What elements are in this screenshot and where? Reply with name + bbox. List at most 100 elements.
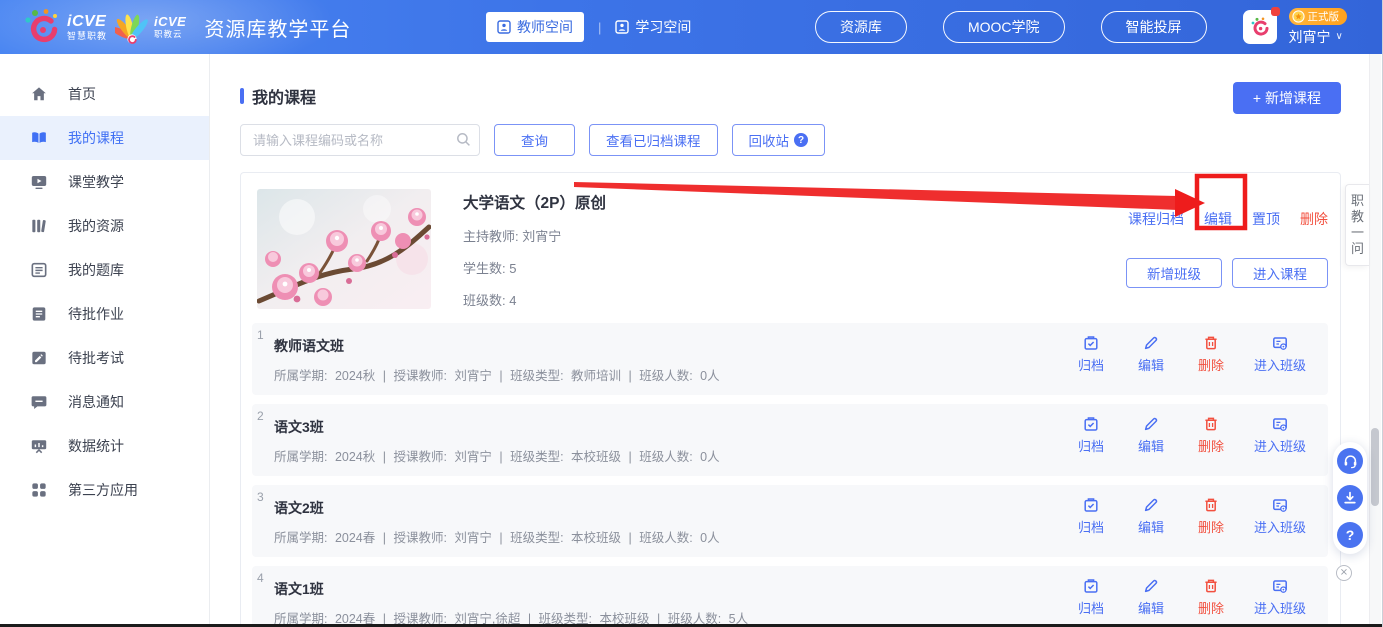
logo-cluster: iCVE 智慧职教 iCVE bbox=[22, 8, 351, 46]
customer-service-button[interactable] bbox=[1337, 448, 1363, 474]
vtab-char: 一 bbox=[1346, 225, 1369, 241]
archive-icon bbox=[1083, 335, 1099, 351]
vtab-char: 教 bbox=[1346, 209, 1369, 225]
customer-service-icon bbox=[1343, 454, 1358, 469]
avatar-swirl-icon bbox=[1249, 16, 1271, 38]
avatar-badge-dot bbox=[1271, 7, 1280, 16]
class-name[interactable]: 教师语文班 bbox=[274, 336, 344, 356]
class-name[interactable]: 语文3班 bbox=[274, 417, 324, 437]
course-top-link[interactable]: 置顶 bbox=[1252, 209, 1280, 229]
help-icon: ? bbox=[1346, 527, 1355, 543]
floating-toolbar: ? bbox=[1333, 442, 1367, 554]
sidebar-item-label: 我的课程 bbox=[68, 128, 124, 148]
search-icon[interactable] bbox=[456, 132, 471, 147]
blossom-photo bbox=[257, 189, 431, 309]
enter-class-icon bbox=[1272, 578, 1288, 594]
question-bank-icon bbox=[30, 261, 48, 279]
enter-class-button[interactable]: 进入班级 bbox=[1254, 416, 1306, 455]
course-edit-link[interactable]: 编辑 bbox=[1204, 209, 1232, 229]
sidebar-item-question-bank[interactable]: 我的题库 bbox=[0, 248, 209, 292]
resource-library-button[interactable]: 资源库 bbox=[815, 11, 907, 43]
sidebar-item-pending-exams[interactable]: 待批考试 bbox=[0, 336, 209, 380]
enter-course-button[interactable]: 进入课程 bbox=[1232, 258, 1328, 288]
smart-casting-button[interactable]: 智能投屏 bbox=[1101, 11, 1207, 43]
courses-icon bbox=[30, 129, 48, 147]
user-info: 正式版 刘宵宁 ∨ bbox=[1289, 8, 1348, 47]
row-index: 3 bbox=[257, 490, 264, 504]
edit-class-button[interactable]: 编辑 bbox=[1134, 497, 1168, 536]
course-delete-link[interactable]: 删除 bbox=[1300, 209, 1328, 229]
enter-class-button[interactable]: 进入班级 bbox=[1254, 497, 1306, 536]
search-wrap bbox=[240, 124, 480, 156]
row-index: 1 bbox=[257, 328, 264, 342]
enter-class-button[interactable]: 进入班级 bbox=[1254, 578, 1306, 617]
tab-learning-space[interactable]: 学习空间 bbox=[615, 17, 691, 37]
sidebar-item-my-resources[interactable]: 我的资源 bbox=[0, 204, 209, 248]
row-actions: 归档 编辑 删除 进入 bbox=[1074, 335, 1306, 374]
archive-class-button[interactable]: 归档 bbox=[1074, 578, 1108, 617]
close-floating-toolbar-icon[interactable]: ⨯ bbox=[1336, 565, 1352, 581]
resources-icon bbox=[30, 217, 48, 235]
teacher-space-label: 教师空间 bbox=[517, 17, 573, 37]
sidebar-item-third-party-apps[interactable]: 第三方应用 bbox=[0, 468, 209, 512]
sidebar-item-notifications[interactable]: 消息通知 bbox=[0, 380, 209, 424]
view-archived-courses-button[interactable]: 查看已归档课程 bbox=[589, 124, 718, 156]
add-course-button[interactable]: + 新增课程 bbox=[1233, 82, 1341, 114]
query-button[interactable]: 查询 bbox=[494, 124, 575, 156]
sidebar-item-label: 消息通知 bbox=[68, 392, 124, 412]
logo2-sub-text: 职教云 bbox=[154, 30, 186, 39]
archive-class-button[interactable]: 归档 bbox=[1074, 335, 1108, 374]
scrollbar-track[interactable] bbox=[1369, 54, 1381, 627]
zhijiao-yiwen-tab[interactable]: 职 教 一 问 bbox=[1345, 184, 1369, 266]
sidebar-item-my-courses[interactable]: 我的课程 bbox=[0, 116, 209, 160]
trash-icon bbox=[1203, 497, 1219, 513]
delete-class-button[interactable]: 删除 bbox=[1194, 335, 1228, 374]
header-right-cluster: 资源库 MOOC学院 智能投屏 正式 bbox=[815, 0, 1347, 54]
archive-class-button[interactable]: 归档 bbox=[1074, 416, 1108, 455]
delete-class-button[interactable]: 删除 bbox=[1194, 497, 1228, 536]
add-class-button[interactable]: 新增班级 bbox=[1126, 258, 1222, 288]
row-actions: 归档 编辑 删除 进入 bbox=[1074, 416, 1306, 455]
help-button[interactable]: ? bbox=[1337, 522, 1363, 548]
edit-class-button[interactable]: 编辑 bbox=[1134, 416, 1168, 455]
sidebar-item-home[interactable]: 首页 bbox=[0, 72, 209, 116]
user-avatar[interactable] bbox=[1243, 10, 1277, 44]
row-index: 4 bbox=[257, 571, 264, 585]
enter-class-label: 进入班级 bbox=[1254, 436, 1306, 455]
sidebar-item-label: 课堂教学 bbox=[68, 172, 124, 192]
user-menu[interactable]: 刘宵宁 ∨ bbox=[1289, 27, 1343, 47]
course-cover-image[interactable] bbox=[257, 189, 431, 309]
icve-zhihuizhijiao-logo: iCVE 智慧职教 bbox=[22, 8, 107, 46]
sidebar-item-pending-homework[interactable]: 待批作业 bbox=[0, 292, 209, 336]
logo-sub-text: 智慧职教 bbox=[67, 32, 107, 41]
row-index: 2 bbox=[257, 409, 264, 423]
archive-class-button[interactable]: 归档 bbox=[1074, 497, 1108, 536]
sidebar-item-classroom-teaching[interactable]: 课堂教学 bbox=[0, 160, 209, 204]
nav-divider: | bbox=[598, 20, 601, 35]
edit-icon bbox=[1143, 335, 1159, 351]
class-detail: 所属学期: 2024秋 | 授课教师: 刘宵宁 | 班级类型: 教师培训 | 班… bbox=[274, 365, 720, 384]
mooc-college-button[interactable]: MOOC学院 bbox=[943, 11, 1065, 43]
tab-teacher-space[interactable]: 教师空间 bbox=[486, 12, 584, 42]
class-name[interactable]: 语文1班 bbox=[274, 579, 324, 599]
course-archive-link[interactable]: 课程归档 bbox=[1128, 209, 1184, 229]
course-search-input[interactable] bbox=[240, 124, 480, 156]
enter-class-icon bbox=[1272, 416, 1288, 432]
logo2-brand-text: iCVE bbox=[154, 15, 186, 28]
class-name[interactable]: 语文2班 bbox=[274, 498, 324, 518]
top-header: iCVE 智慧职教 iCVE bbox=[0, 0, 1383, 54]
recycle-bin-button[interactable]: 回收站 ? bbox=[732, 124, 826, 156]
class-row: 4 语文1班 所属学期: 2024春 | 授课教师: 刘宵宁,徐超 | 班级类型… bbox=[252, 566, 1328, 627]
delete-class-button[interactable]: 删除 bbox=[1194, 578, 1228, 617]
sidebar-item-statistics[interactable]: 数据统计 bbox=[0, 424, 209, 468]
delete-class-button[interactable]: 删除 bbox=[1194, 416, 1228, 455]
scrollbar-thumb[interactable] bbox=[1371, 428, 1379, 506]
edit-class-button[interactable]: 编辑 bbox=[1134, 335, 1168, 374]
edit-class-button[interactable]: 编辑 bbox=[1134, 578, 1168, 617]
enter-class-button[interactable]: 进入班级 bbox=[1254, 335, 1306, 374]
version-badge-label: 正式版 bbox=[1308, 9, 1340, 24]
download-button[interactable] bbox=[1337, 485, 1363, 511]
page-title: 我的课程 bbox=[252, 84, 316, 108]
archive-icon bbox=[1083, 497, 1099, 513]
row-actions: 归档 编辑 删除 进入 bbox=[1074, 497, 1306, 536]
